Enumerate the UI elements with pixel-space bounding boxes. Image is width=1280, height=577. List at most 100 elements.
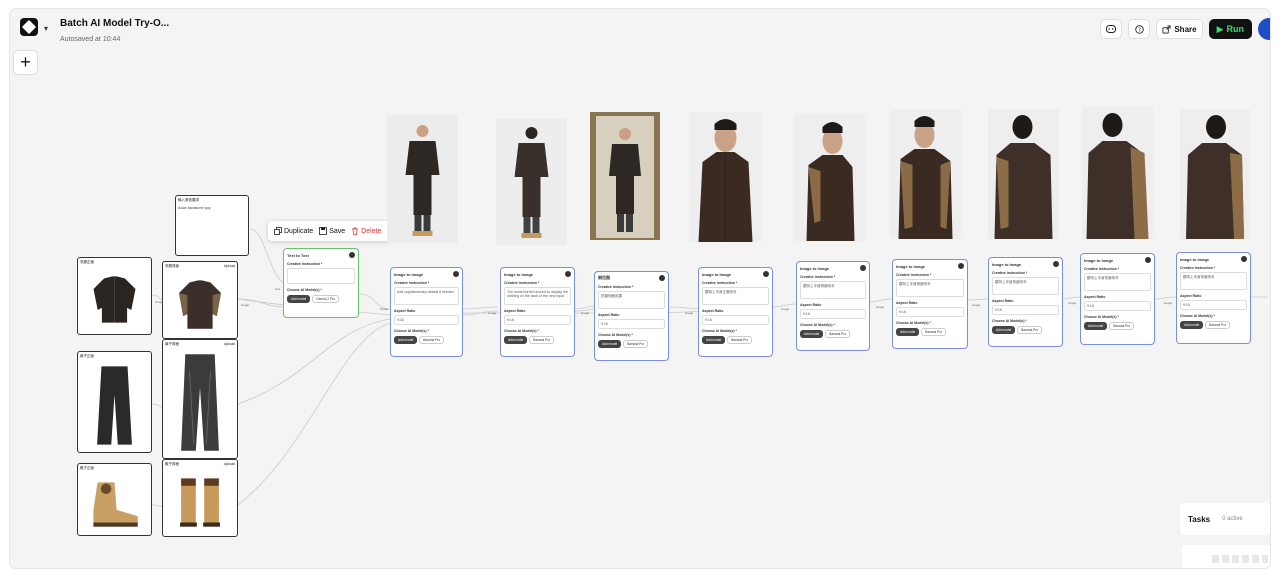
- instruction-field[interactable]: 模特上半身正面特写: [702, 287, 769, 305]
- model-chip[interactable]: Banana Pro: [1109, 322, 1135, 330]
- image-node-7[interactable]: Image to Image Creative Instruction * 模特…: [988, 257, 1063, 347]
- output-image-1[interactable]: [387, 115, 458, 243]
- tasks-panel[interactable]: Tasks 0 active: [1180, 503, 1270, 535]
- instruction-field[interactable]: [287, 268, 355, 284]
- image-node-6[interactable]: Image to Image Creative Instruction * 模特…: [892, 259, 968, 349]
- ratio-select[interactable]: 9:16: [394, 315, 459, 325]
- close-icon[interactable]: [565, 271, 571, 277]
- close-icon[interactable]: [958, 263, 964, 269]
- ratio-select[interactable]: 9:16: [702, 315, 769, 325]
- instruction-field[interactable]: 拍摄侧面效果: [598, 291, 665, 309]
- port-label: image: [781, 307, 790, 311]
- add-model-button[interactable]: Add model: [504, 336, 528, 344]
- input-card-pants-front[interactable]: 裤子正面: [77, 351, 152, 453]
- discord-button[interactable]: [1100, 19, 1123, 39]
- save-button[interactable]: Save: [319, 227, 345, 235]
- boots-back-image: [180, 478, 220, 527]
- image-node-3[interactable]: 侧位图 Creative Instruction * 拍摄侧面效果 Aspect…: [594, 271, 669, 361]
- ratio-select[interactable]: 9:16: [896, 307, 964, 317]
- image-node-4[interactable]: Image to Image Creative Instruction * 模特…: [698, 267, 773, 357]
- close-icon[interactable]: [659, 275, 665, 281]
- input-card-boots-front[interactable]: 鞋子正面: [77, 463, 152, 536]
- add-model-button[interactable]: Add model: [598, 340, 622, 348]
- model-chip[interactable]: Banana Pro: [921, 328, 947, 336]
- add-model-button[interactable]: Add model: [394, 336, 418, 344]
- output-image-4[interactable]: [690, 112, 761, 242]
- add-model-button[interactable]: Add model: [702, 336, 726, 344]
- port-label: image: [155, 300, 164, 304]
- prompt-input-card[interactable]: 输入角色要求 Asian handsome guy: [175, 195, 249, 256]
- add-model-button[interactable]: Add model: [287, 295, 311, 303]
- ratio-select[interactable]: 9:16: [504, 315, 571, 325]
- help-button[interactable]: ?: [1128, 19, 1151, 39]
- output-image-2[interactable]: [496, 119, 567, 245]
- close-icon[interactable]: [763, 271, 769, 277]
- ratio-select[interactable]: 9:16: [1180, 300, 1247, 310]
- ratio-select[interactable]: 9:16: [992, 305, 1059, 315]
- model-chip[interactable]: Banana Pro: [419, 336, 445, 344]
- ratio-select[interactable]: 9:16: [1084, 301, 1151, 311]
- model-chip[interactable]: Banana Pro: [1017, 326, 1043, 334]
- model-chip[interactable]: Gemini 2 Pro: [312, 295, 339, 303]
- port-label: image: [1068, 301, 1077, 305]
- text-to-text-node[interactable]: Text to Text Creative Instruction * Choo…: [283, 248, 359, 318]
- image-node-2[interactable]: Image to Image Creative Instruction * Th…: [500, 267, 575, 357]
- instruction-field[interactable]: 模特上半身背面特写: [1180, 272, 1247, 290]
- app-logo-icon[interactable]: [20, 18, 38, 36]
- jacket-back-image: [179, 280, 221, 329]
- close-icon[interactable]: [349, 252, 355, 258]
- model-chip[interactable]: Banana Pro: [825, 330, 851, 338]
- output-image-3[interactable]: [590, 112, 660, 240]
- ratio-select[interactable]: 9:16: [598, 319, 665, 329]
- image-node-1[interactable]: Image to Image Creative Instruction * Ad…: [390, 267, 463, 357]
- input-card-jacket-front[interactable]: 衣服正面: [77, 257, 152, 335]
- port-label: image: [581, 311, 590, 315]
- model-chip[interactable]: Banana Pro: [727, 336, 753, 344]
- image-node-9[interactable]: Image to Image Creative Instruction * 模特…: [1176, 252, 1251, 344]
- model-chip[interactable]: Banana Pro: [529, 336, 555, 344]
- close-icon[interactable]: [453, 271, 459, 277]
- run-button[interactable]: ▶ Run: [1208, 19, 1252, 39]
- project-title[interactable]: Batch AI Model Try-O...: [60, 18, 169, 29]
- output-image-6[interactable]: [890, 109, 961, 239]
- instruction-field[interactable]: Add supplementary details if needed: [394, 287, 459, 305]
- share-button[interactable]: Share: [1156, 19, 1203, 39]
- add-model-button[interactable]: Add model: [896, 328, 920, 336]
- close-icon[interactable]: [1145, 257, 1151, 263]
- minimap[interactable]: [1182, 545, 1270, 568]
- output-image-7[interactable]: [988, 109, 1059, 239]
- instruction-field[interactable]: 模特上半身侧面特写: [800, 281, 866, 299]
- duplicate-button[interactable]: Duplicate: [274, 227, 313, 235]
- port-label: image: [1164, 301, 1173, 305]
- model-chip[interactable]: Banana Pro: [623, 340, 649, 348]
- instruction-field[interactable]: 模特上半身侧面特写: [896, 279, 964, 297]
- image-node-5[interactable]: Image to Image Creative Instruction * 模特…: [796, 261, 870, 351]
- model-upper-front-image: [690, 112, 761, 242]
- ratio-select[interactable]: 9:16: [800, 309, 866, 319]
- input-card-jacket-back[interactable]: 衣服背面 Upload: [162, 261, 238, 339]
- prompt-card-text[interactable]: Asian handsome guy: [178, 206, 246, 210]
- instruction-field[interactable]: 模特上半身背面特写: [1084, 273, 1151, 291]
- add-model-button[interactable]: Add model: [1084, 322, 1108, 330]
- input-card-pants-back[interactable]: 裤子背面 Upload: [162, 339, 238, 459]
- model-chip[interactable]: Banana Pro: [1205, 321, 1231, 329]
- add-node-button[interactable]: +: [13, 50, 38, 75]
- close-icon[interactable]: [1241, 256, 1247, 262]
- output-image-9[interactable]: [1180, 109, 1250, 239]
- chevron-down-icon[interactable]: ▾: [44, 24, 48, 33]
- close-icon[interactable]: [1053, 261, 1059, 267]
- image-node-8[interactable]: Image to Image Creative Instruction * 模特…: [1080, 253, 1155, 345]
- output-image-5[interactable]: [794, 113, 865, 241]
- save-icon: [319, 227, 328, 235]
- add-model-button[interactable]: Add model: [800, 330, 824, 338]
- instruction-field[interactable]: The model turned around to display the c…: [504, 287, 571, 305]
- user-avatar[interactable]: [1258, 18, 1270, 40]
- delete-button[interactable]: Delete: [351, 227, 381, 235]
- close-icon[interactable]: [860, 265, 866, 271]
- add-model-button[interactable]: Add model: [992, 326, 1016, 334]
- add-model-button[interactable]: Add model: [1180, 321, 1204, 329]
- instruction-field[interactable]: 模特上半身背面特写: [992, 277, 1059, 295]
- input-card-boots-back[interactable]: 鞋子背面 Upload: [162, 459, 238, 537]
- canvas[interactable]: ▾ Batch AI Model Try-O... Autosaved at 1…: [10, 9, 1270, 568]
- output-image-8[interactable]: [1082, 107, 1153, 239]
